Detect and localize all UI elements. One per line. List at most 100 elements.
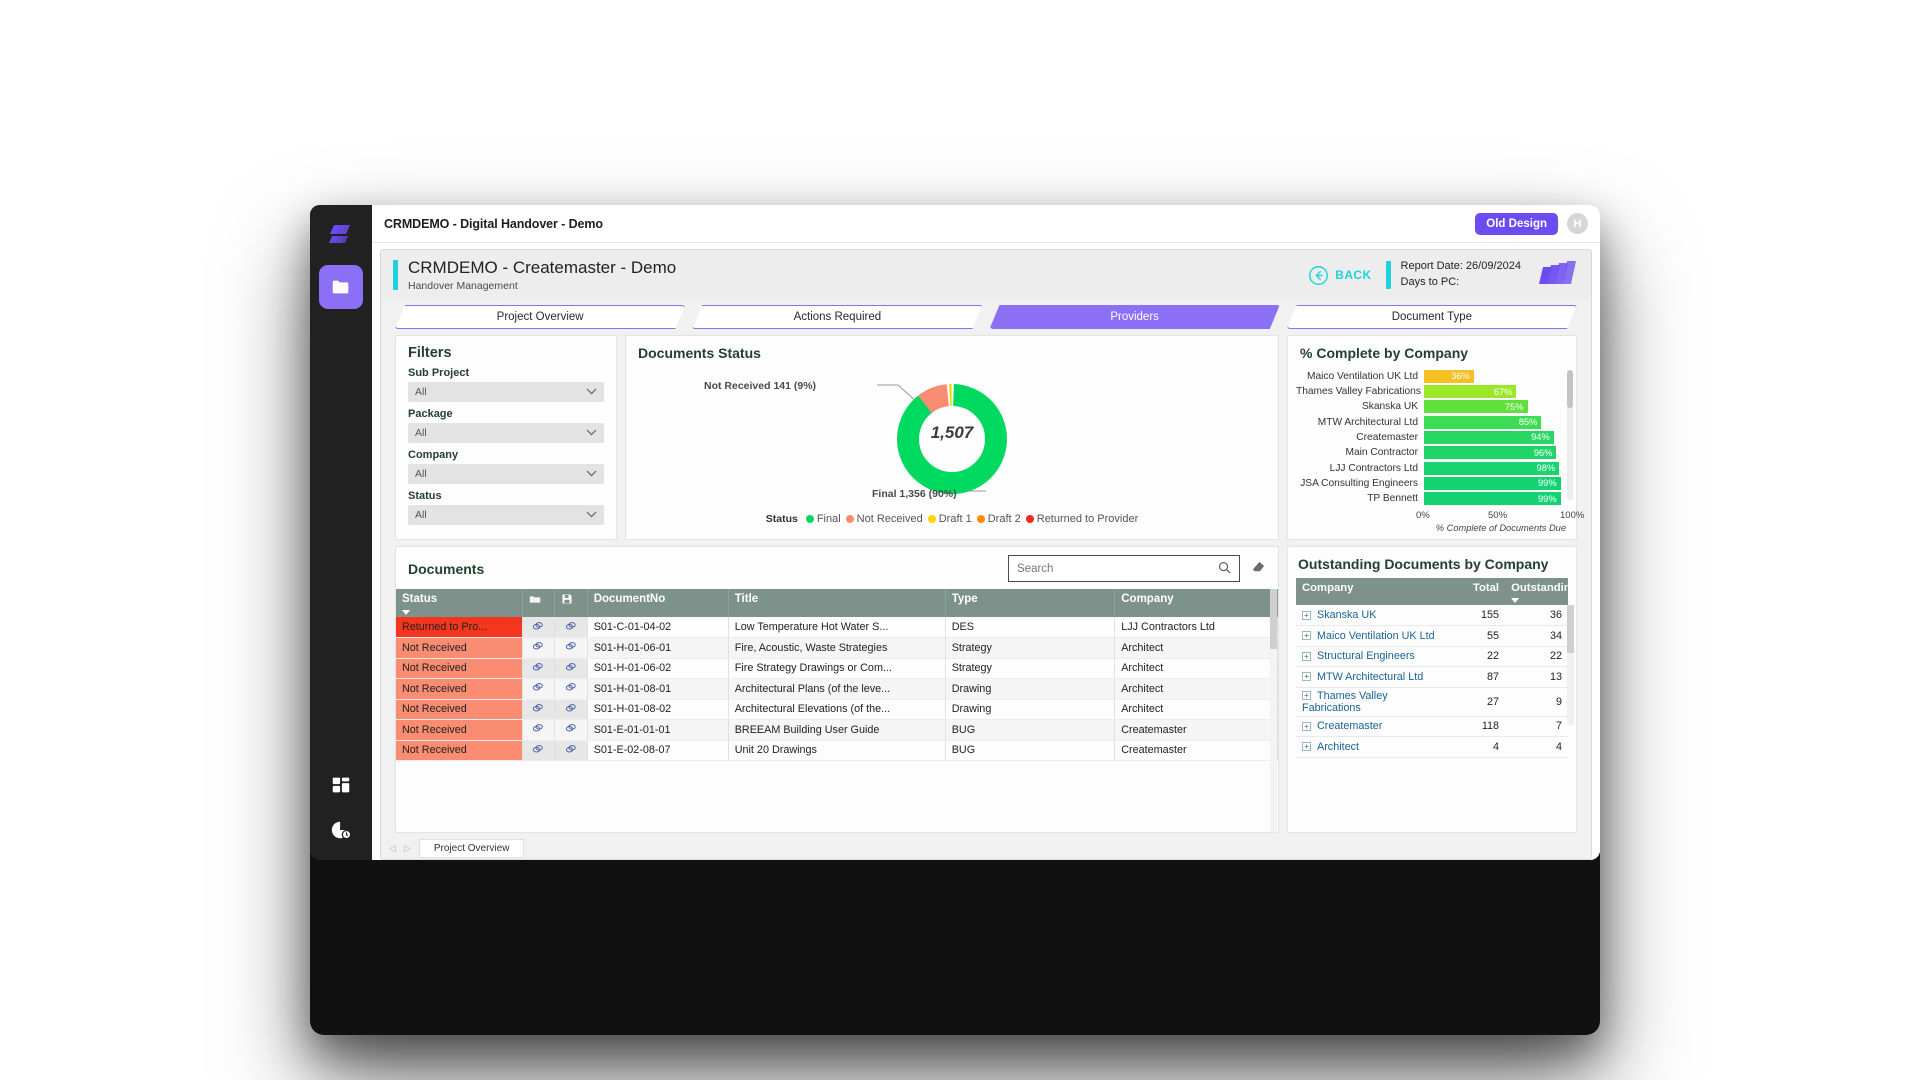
table-row[interactable]: Not Received S01-E-02-08-07 Unit 20 Drawin… [396,740,1278,761]
cell-folder-link[interactable] [522,637,556,659]
col-save-icon[interactable] [554,589,588,617]
filter-package-select[interactable]: All [408,423,604,443]
tab-actions-required[interactable]: Actions Required [692,305,982,329]
old-design-button[interactable]: Old Design [1475,212,1558,235]
page-tab-project-overview[interactable]: Project Overview [418,838,525,858]
table-row[interactable]: + Maico Ventilation UK Ltd 55 34 [1296,625,1568,647]
legend-item-returned-to-provider[interactable]: Returned to Provider [1025,513,1138,525]
legend-item-draft-1[interactable]: Draft 1 [927,513,972,525]
layers-logo-icon [324,217,358,251]
sidebar-item-dashboard[interactable] [330,774,352,801]
table-row[interactable]: Not Received S01-H-01-06-02 Fire Strategy … [396,658,1278,679]
cell-folder-link[interactable] [522,617,556,638]
table-row[interactable]: Not Received S01-H-01-06-01 Fire, Acoustic… [396,637,1278,659]
bar-row[interactable]: TP Bennett 99% [1296,491,1562,506]
tab-document-type[interactable]: Document Type [1287,305,1577,329]
documents-scrollbar[interactable] [1270,589,1277,832]
cell-file-link[interactable] [554,678,588,700]
expand-icon[interactable]: + [1302,651,1311,661]
col-type[interactable]: Type [945,589,1116,617]
bar-row[interactable]: MTW Architectural Ltd 85% [1296,415,1562,430]
cell-file-link[interactable] [554,740,588,761]
tab-project-overview[interactable]: Project Overview [395,305,685,329]
cell-folder-link[interactable] [522,699,556,720]
cell-company[interactable]: + MTW Architectural Ltd [1296,666,1451,688]
legend-label: Final [816,513,841,525]
table-row[interactable]: + Architect 4 4 [1296,736,1568,758]
cell-company[interactable]: + Structural Engineers [1296,646,1451,667]
filter-status-select[interactable]: All [408,505,604,525]
bar-row[interactable]: Maico Ventilation UK Ltd 36% [1296,369,1562,384]
col-company[interactable]: Company [1114,589,1278,617]
search-input[interactable]: Search [1008,555,1240,582]
page-prev-arrow[interactable]: ◁ [389,843,396,854]
scrollbar-thumb[interactable] [1270,589,1277,649]
col-company[interactable]: Company [1296,578,1451,605]
clear-filter-icon[interactable] [1251,559,1266,579]
cell-company[interactable]: + Skanska UK [1296,605,1451,626]
cell-company[interactable]: + Thames Valley Fabrications [1296,687,1451,717]
cell-folder-link[interactable] [522,658,556,679]
cell-file-link[interactable] [554,637,588,659]
bar-row[interactable]: JSA Consulting Engineers 99% [1296,476,1562,491]
legend-item-draft-2[interactable]: Draft 2 [976,513,1021,525]
col-documentno[interactable]: DocumentNo [587,589,729,617]
cell-company[interactable]: + Createmaster [1296,716,1451,737]
bar-row[interactable]: Main Contractor 96% [1296,445,1562,460]
expand-icon[interactable]: + [1302,691,1311,701]
table-row[interactable]: Not Received S01-H-01-08-01 Architectural … [396,678,1278,700]
col-title[interactable]: Title [728,589,946,617]
table-row[interactable]: + Createmaster 118 7 [1296,716,1568,737]
filter-sub-project-select[interactable]: All [408,382,604,402]
legend-item-not-received[interactable]: Not Received [845,513,923,525]
cell-folder-link[interactable] [522,740,556,761]
expand-icon[interactable]: + [1302,610,1311,620]
table-row[interactable]: Not Received S01-H-01-08-02 Architectural … [396,699,1278,720]
cell-folder-link[interactable] [522,719,556,741]
expand-icon[interactable]: + [1302,742,1311,752]
legend-item-final[interactable]: Final [805,513,841,525]
cell-file-link[interactable] [554,617,588,638]
table-row[interactable]: + MTW Architectural Ltd 87 13 [1296,666,1568,688]
col-status[interactable]: Status [396,589,523,617]
scrollbar-thumb[interactable] [1567,605,1574,653]
cell-file-link[interactable] [554,699,588,720]
cell-company: Architect [1114,658,1278,679]
cell-company[interactable]: + Maico Ventilation UK Ltd [1296,625,1451,647]
col-total[interactable]: Total [1450,578,1506,605]
expand-icon[interactable]: + [1302,721,1311,731]
bar-fill: 99% [1424,476,1561,490]
col-folder-icon[interactable] [522,589,556,617]
cell-type: DES [945,617,1116,638]
expand-icon[interactable]: + [1302,631,1311,641]
page-next-arrow[interactable]: ▷ [404,843,411,854]
sidebar-item-projects[interactable] [319,265,363,309]
table-row[interactable]: Returned to Pro... S01-C-01-04-02 Low Temp… [396,617,1278,638]
avatar[interactable]: H [1567,213,1588,234]
col-outstanding[interactable]: Outstanding [1505,578,1576,605]
table-row[interactable]: + Skanska UK 155 36 [1296,605,1568,626]
sidebar-item-reports[interactable] [330,819,352,846]
bar-row[interactable]: Createmaster 94% [1296,430,1562,445]
back-button[interactable]: BACK [1308,265,1371,286]
cell-folder-link[interactable] [522,678,556,700]
bar-row[interactable]: Skanska UK 75% [1296,400,1562,415]
scrollbar-thumb[interactable] [1567,370,1573,408]
cell-file-link[interactable] [554,658,588,679]
bar-row[interactable]: LJJ Contractors Ltd 98% [1296,461,1562,476]
filter-company-select[interactable]: All [408,464,604,484]
link-pages-icon [533,642,544,650]
bar-row[interactable]: Thames Valley Fabrications 67% [1296,384,1562,399]
donut-label-final: Final 1,356 (90%) [872,488,957,500]
cell-file-link[interactable] [554,719,588,741]
table-row[interactable]: + Thames Valley Fabrications 27 9 [1296,687,1568,717]
cell-company[interactable]: + Architect [1296,736,1451,758]
table-row[interactable]: Not Received S01-E-01-01-01 BREEAM Buildin… [396,719,1278,741]
table-row[interactable]: + Structural Engineers 22 22 [1296,646,1568,667]
complete-scrollbar[interactable] [1567,370,1573,500]
cell-title: Fire Strategy Drawings or Com... [728,658,946,679]
page-subtitle: Handover Management [408,279,518,292]
expand-icon[interactable]: + [1302,672,1311,682]
tab-providers[interactable]: Providers [990,305,1280,329]
outstanding-scrollbar[interactable] [1567,605,1574,725]
